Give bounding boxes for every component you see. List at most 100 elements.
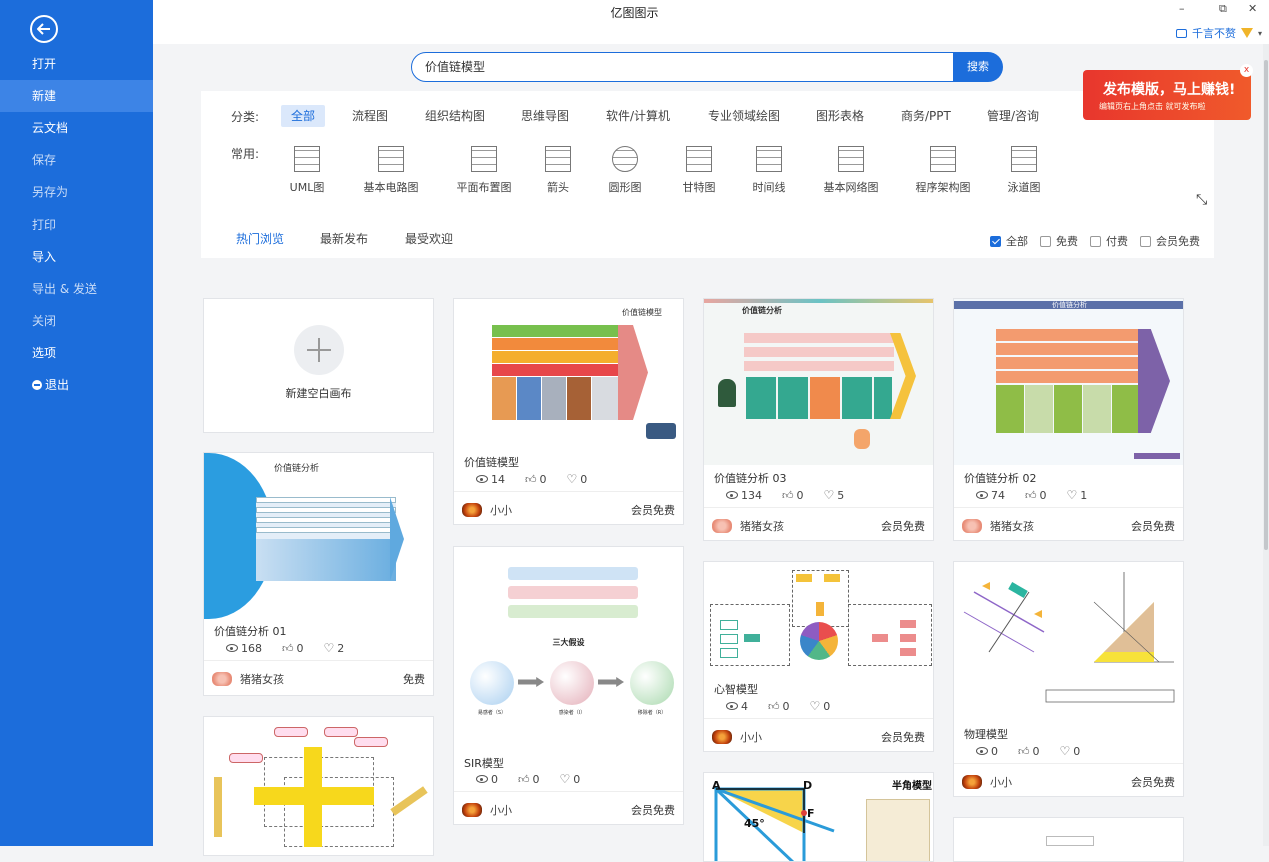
likes-stat[interactable]: 👍︎ 0 bbox=[768, 699, 790, 713]
likes-stat[interactable]: 👍︎ 0 bbox=[782, 488, 804, 502]
sidebar-item-open[interactable]: 打开 bbox=[0, 48, 153, 80]
category-software[interactable]: 软件/计算机 bbox=[596, 105, 680, 127]
common-floorplan[interactable]: 平面布置图 bbox=[454, 146, 514, 195]
scroll-thumb[interactable] bbox=[1264, 60, 1268, 550]
sidebar-item-save-as[interactable]: 另存为 bbox=[0, 176, 153, 208]
restore-button[interactable]: ⧉ bbox=[1219, 2, 1227, 16]
category-all[interactable]: 全部 bbox=[281, 105, 326, 127]
sidebar-item-print[interactable]: 打印 bbox=[0, 209, 153, 241]
likes-stat[interactable]: 👍︎ 0 bbox=[525, 472, 547, 486]
likes-stat[interactable]: 👍︎ 0 bbox=[518, 772, 540, 786]
user-area[interactable]: 千言不赘 ▾ bbox=[1175, 25, 1262, 41]
promo-banner[interactable]: 发布模版，马上赚钱! 编辑页右上角点击 就可发布啦 x bbox=[1083, 64, 1253, 120]
author[interactable]: 小小 bbox=[962, 774, 1012, 790]
category-flowchart[interactable]: 流程图 bbox=[342, 105, 398, 127]
author[interactable]: 猪猪女孩 bbox=[212, 671, 284, 687]
category-business-ppt[interactable]: 商务/PPT bbox=[891, 105, 961, 127]
sidebar-item-close[interactable]: 关闭 bbox=[0, 305, 153, 337]
sidebar-item-export[interactable]: 导出 & 发送 bbox=[0, 273, 153, 305]
template-card[interactable]: 三大假设 易感者（S） 感染者（I） 移除者（R） SIR模型 0 👍︎ 0 ♡ 0… bbox=[453, 546, 684, 825]
filter-free-checkbox[interactable] bbox=[1040, 235, 1051, 247]
author[interactable]: 猪猪女孩 bbox=[712, 518, 784, 534]
card-divider bbox=[704, 507, 933, 508]
new-blank-card[interactable]: 新建空白画布 bbox=[203, 298, 434, 433]
favs-stat[interactable]: ♡ 0 bbox=[1060, 744, 1081, 758]
message-icon[interactable] bbox=[1175, 28, 1187, 38]
sidebar-item-new[interactable]: 新建 bbox=[0, 80, 153, 112]
tab-popular[interactable]: 最受欢迎 bbox=[405, 230, 453, 247]
common-network[interactable]: 基本网络图 bbox=[821, 146, 881, 195]
sidebar-item-exit[interactable]: 退出 bbox=[0, 369, 153, 401]
favs-stat[interactable]: ♡ 0 bbox=[560, 772, 581, 786]
favs-stat[interactable]: ♡ 0 bbox=[567, 472, 588, 486]
close-window-button[interactable]: ✕ bbox=[1248, 2, 1257, 15]
author[interactable]: 小小 bbox=[462, 802, 512, 818]
common-timeline[interactable]: 时间线 bbox=[749, 146, 789, 195]
favs-stat[interactable]: ♡ 2 bbox=[324, 641, 345, 655]
common-uml[interactable]: UML图 bbox=[287, 146, 327, 195]
template-card[interactable]: 价值链分析 价值链分析 02 74 👍︎ 0 ♡ 1 猪猪女孩 会员免费 bbox=[953, 298, 1184, 541]
common-swimlane[interactable]: 泳道图 bbox=[1004, 146, 1044, 195]
tab-latest[interactable]: 最新发布 bbox=[320, 230, 368, 247]
author-name: 小小 bbox=[490, 504, 512, 517]
sidebar-item-cloud[interactable]: 云文档 bbox=[0, 112, 153, 144]
category-org-chart[interactable]: 组织结构图 bbox=[415, 105, 495, 127]
plus-icon bbox=[294, 325, 344, 375]
favs-stat[interactable]: ♡ 5 bbox=[824, 488, 845, 502]
favs-stat[interactable]: ♡ 0 bbox=[810, 699, 831, 713]
chevron-down-icon[interactable]: ▾ bbox=[1258, 29, 1262, 38]
template-card[interactable]: 物理模型 0 👍︎ 0 ♡ 0 小小 会员免费 bbox=[953, 561, 1184, 797]
filter-paid-label: 付费 bbox=[1106, 235, 1128, 248]
author[interactable]: 猪猪女孩 bbox=[962, 518, 1034, 534]
tab-hot[interactable]: 热门浏览 bbox=[236, 230, 284, 247]
sidebar-item-import[interactable]: 导入 bbox=[0, 241, 153, 273]
common-gantt[interactable]: 甘特图 bbox=[679, 146, 719, 195]
back-button[interactable] bbox=[30, 15, 58, 43]
promo-close-button[interactable]: x bbox=[1240, 64, 1253, 77]
likes-count: 0 bbox=[532, 772, 540, 786]
category-graphic-table[interactable]: 图形表格 bbox=[806, 105, 874, 127]
sidebar-item-save[interactable]: 保存 bbox=[0, 144, 153, 176]
filter-member-checkbox[interactable] bbox=[1140, 235, 1151, 247]
search-input[interactable]: 价值链模型 bbox=[411, 52, 954, 82]
minimize-button[interactable]: – bbox=[1179, 2, 1185, 15]
common-circle[interactable]: 圆形图 bbox=[605, 146, 645, 195]
avatar bbox=[212, 672, 232, 686]
common-architecture-label: 程序架构图 bbox=[915, 181, 971, 194]
common-architecture[interactable]: 程序架构图 bbox=[913, 146, 973, 195]
common-arrow[interactable]: 箭头 bbox=[543, 146, 573, 195]
template-card[interactable] bbox=[203, 716, 434, 856]
template-card[interactable]: 价值链分析 价值链分析 01 168 👍︎ 0 ♡ 2 猪猪女孩 免费 bbox=[203, 452, 434, 696]
category-mindmap[interactable]: 思维导图 bbox=[511, 105, 579, 127]
likes-stat[interactable]: 👍︎ 0 bbox=[1025, 488, 1047, 502]
author[interactable]: 小小 bbox=[712, 729, 762, 745]
expand-icon[interactable]: ⤡ bbox=[1196, 192, 1207, 208]
likes-stat[interactable]: 👍︎ 0 bbox=[282, 641, 304, 655]
sir-node-r: 移除者（R） bbox=[637, 710, 667, 716]
common-circuit[interactable]: 基本电路图 bbox=[361, 146, 421, 195]
favs-stat[interactable]: ♡ 1 bbox=[1067, 488, 1088, 502]
arrow-icon bbox=[545, 146, 571, 172]
author[interactable]: 小小 bbox=[462, 502, 512, 518]
category-professional[interactable]: 专业领域绘图 bbox=[698, 105, 790, 127]
likes-count: 0 bbox=[296, 641, 304, 655]
search-button[interactable]: 搜索 bbox=[953, 52, 1003, 82]
scrollbar[interactable] bbox=[1263, 44, 1269, 846]
circle-icon bbox=[612, 146, 638, 172]
template-card[interactable] bbox=[953, 817, 1184, 862]
filter-paid-checkbox[interactable] bbox=[1090, 235, 1101, 247]
heart-icon: ♡ bbox=[823, 488, 835, 502]
price-badge: 免费 bbox=[403, 673, 425, 686]
category-management[interactable]: 管理/咨询 bbox=[977, 105, 1049, 127]
template-card[interactable]: A D F 45° 半角模型 bbox=[703, 772, 934, 862]
template-card[interactable]: 价值链分析 价值链分析 03 134 👍︎ 0 ♡ 5 猪猪女孩 会员免费 bbox=[703, 298, 934, 541]
vertex-d: D bbox=[803, 779, 813, 792]
filter-all-checkbox[interactable] bbox=[990, 235, 1001, 247]
sidebar-item-options[interactable]: 选项 bbox=[0, 337, 153, 369]
template-card[interactable]: 心智模型 4 👍︎ 0 ♡ 0 小小 会员免费 bbox=[703, 561, 934, 752]
template-card[interactable]: 价值链模型 价值链模型 14 👍︎ 0 ♡ 0 小小 会员免费 bbox=[453, 298, 684, 525]
angle-label: 45° bbox=[744, 817, 765, 830]
likes-stat[interactable]: 👍︎ 0 bbox=[1018, 744, 1040, 758]
template-thumbnail bbox=[954, 818, 1183, 861]
user-name[interactable]: 千言不赘 bbox=[1192, 25, 1236, 41]
